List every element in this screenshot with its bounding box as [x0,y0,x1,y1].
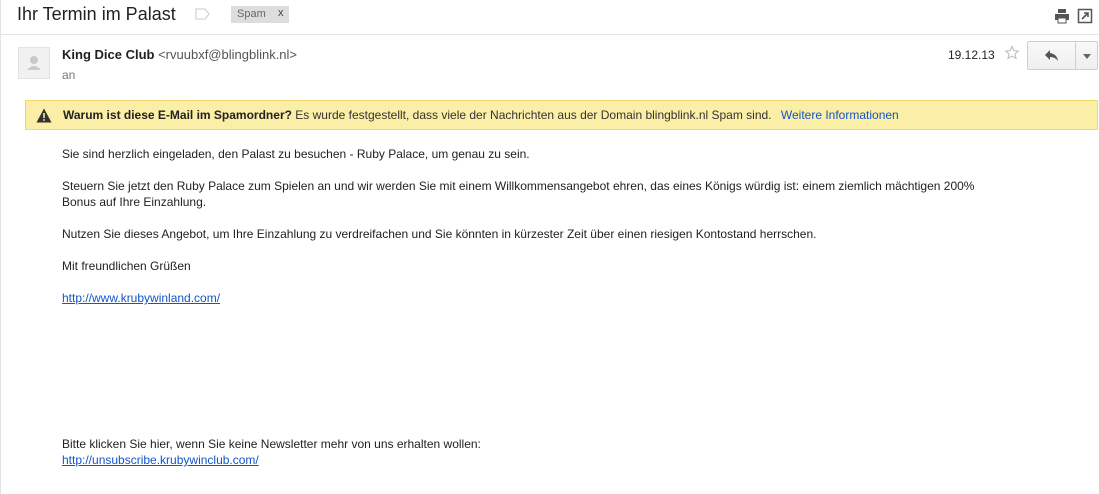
body-paragraph-2-line-1: Steuern Sie jetzt den Ruby Palace zum Sp… [62,179,975,193]
person-icon [27,56,41,70]
remove-label-button[interactable]: x [278,7,284,19]
spam-warning-banner: Warum ist diese E-Mail im Spamordner? Es… [25,100,1098,130]
recipient-line[interactable]: an [62,68,75,82]
body-paragraph-3: Nutzen Sie dieses Angebot, um Ihre Einza… [62,227,817,241]
more-actions-button[interactable] [1075,41,1098,70]
unsubscribe-text: Bitte klicken Sie hier, wenn Sie keine N… [62,437,481,451]
subject-bar: Ihr Termin im Palast Spam x [0,0,1099,35]
new-window-icon[interactable] [1077,8,1093,24]
body-paragraph-2-line-2: Bonus auf Ihre Einzahlung. [62,195,207,209]
reply-button[interactable] [1027,41,1076,70]
spam-warning-heading: Warum ist diese E-Mail im Spamordner? [63,108,292,122]
spam-label-chip[interactable]: Spam x [231,6,289,23]
spam-label-text: Spam [237,8,266,20]
star-icon[interactable] [1004,45,1020,61]
unsubscribe-link[interactable]: http://unsubscribe.krubywinclub.com/ [62,453,259,467]
warning-icon [36,108,52,123]
sender-email: <rvuubxf@blingblink.nl> [158,47,298,62]
spam-warning-message: Es wurde festgestellt, dass viele der Na… [295,108,772,122]
spam-warning-text: Warum ist diese E-Mail im Spamordner? Es… [63,108,899,122]
print-icon[interactable] [1054,8,1070,24]
reply-icon [1045,50,1058,61]
sender-name[interactable]: King Dice Club [62,47,154,62]
body-greeting: Mit freundlichen Grüßen [62,259,191,273]
body-paragraph-1: Sie sind herzlich eingeladen, den Palast… [62,147,530,161]
casino-link[interactable]: http://www.krubywinland.com/ [62,291,220,305]
sender-avatar [18,47,50,79]
left-border [0,0,1,494]
chevron-down-icon [1083,54,1091,59]
more-info-link[interactable]: Weitere Informationen [781,108,899,122]
message-date: 19.12.13 [948,48,995,62]
sender-line[interactable]: King Dice Club <rvuubxf@blingblink.nl> [62,47,297,62]
label-tag-icon[interactable] [195,8,210,20]
email-subject: Ihr Termin im Palast [17,4,176,24]
